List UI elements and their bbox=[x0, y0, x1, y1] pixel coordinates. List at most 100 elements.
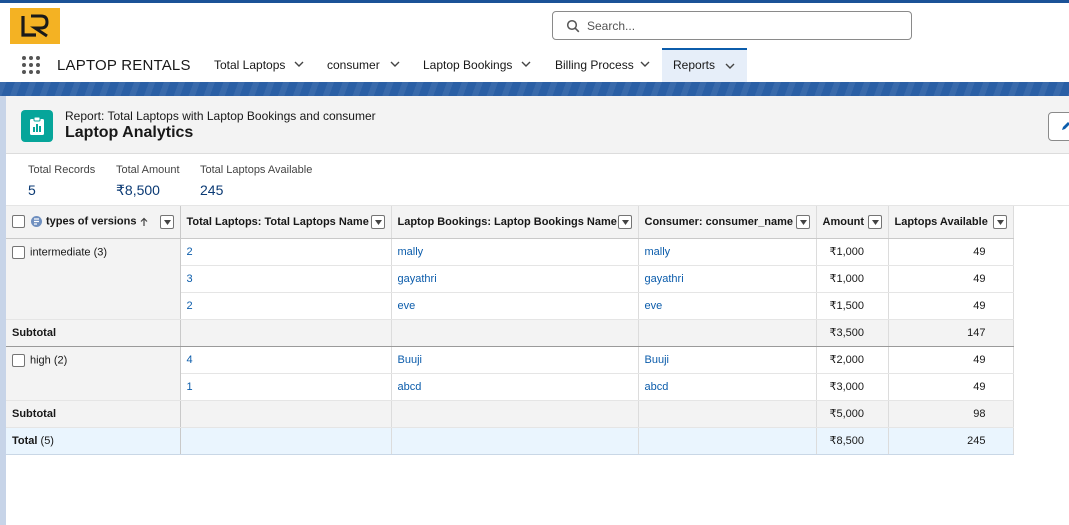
empty-cell bbox=[180, 319, 392, 347]
column-menu-icon[interactable] bbox=[159, 215, 174, 229]
laptop-booking-link[interactable]: abcd bbox=[391, 373, 639, 401]
subtotal-label: Subtotal bbox=[6, 319, 181, 347]
report-title: Laptop Analytics bbox=[65, 124, 194, 141]
tab-laptop-bookings[interactable]: Laptop Bookings bbox=[423, 48, 539, 82]
empty-cell bbox=[638, 427, 817, 455]
column-label: Amount bbox=[822, 215, 865, 228]
group-count: (2) bbox=[53, 353, 68, 366]
report-summary: Total Records 5 Total Amount ₹8,500 Tota… bbox=[6, 154, 1069, 206]
total-laptops-link[interactable]: 1 bbox=[180, 373, 392, 401]
subtotal-row: Subtotal ₹5,000 98 bbox=[6, 400, 1014, 428]
tab-label: Laptop Bookings bbox=[423, 58, 513, 72]
column-label: types of versions bbox=[46, 215, 137, 228]
total-row: Total (5) ₹8,500 245 bbox=[6, 427, 1014, 455]
report-header: Report: Total Laptops with Laptop Bookin… bbox=[6, 96, 1069, 154]
group-count: (3) bbox=[93, 245, 108, 258]
empty-cell bbox=[391, 427, 639, 455]
select-all-checkbox[interactable] bbox=[12, 215, 25, 229]
column-header-consumer-name[interactable]: Consumer: consumer_name bbox=[638, 206, 817, 239]
chevron-down-icon[interactable] bbox=[390, 61, 400, 68]
tab-reports[interactable]: Reports bbox=[662, 48, 747, 82]
total-laptops-link[interactable]: 2 bbox=[180, 238, 392, 266]
chevron-down-icon[interactable] bbox=[640, 61, 650, 68]
search-input[interactable] bbox=[587, 17, 897, 35]
amount-cell: ₹1,000 bbox=[816, 265, 889, 293]
laptop-booking-link[interactable]: eve bbox=[391, 292, 639, 320]
total-laptops-link[interactable]: 4 bbox=[180, 346, 392, 374]
column-header-amount[interactable]: Amount bbox=[816, 206, 889, 239]
consumer-link[interactable]: mally bbox=[638, 238, 817, 266]
chevron-down-icon[interactable] bbox=[725, 63, 735, 70]
total-laptops-link[interactable]: 3 bbox=[180, 265, 392, 293]
chevron-down-icon[interactable] bbox=[294, 61, 304, 68]
global-search[interactable] bbox=[552, 11, 912, 40]
summary-value: ₹8,500 bbox=[116, 182, 160, 198]
sort-ascending-icon[interactable] bbox=[140, 217, 148, 227]
header-banner bbox=[0, 82, 1069, 96]
empty-cell bbox=[391, 400, 639, 428]
table-row: intermediate (3) 2 mally mally ₹1,000 49 bbox=[6, 238, 1014, 320]
amount-cell: ₹1,500 bbox=[816, 292, 889, 320]
group-cell-intermediate: intermediate (3) bbox=[6, 238, 181, 320]
summary-label: Total Laptops Available bbox=[200, 164, 313, 176]
column-label: Total Laptops: Total Laptops Name bbox=[186, 215, 369, 228]
column-menu-icon[interactable] bbox=[370, 215, 385, 229]
total-amount: ₹8,500 bbox=[816, 427, 889, 455]
edit-icon bbox=[1062, 122, 1069, 130]
available-cell: 49 bbox=[888, 373, 1014, 401]
column-header-laptop-bookings-name[interactable]: Laptop Bookings: Laptop Bookings Name bbox=[391, 206, 639, 239]
empty-cell bbox=[638, 400, 817, 428]
tab-total-laptops[interactable]: Total Laptops bbox=[214, 48, 314, 82]
available-cell: 49 bbox=[888, 346, 1014, 374]
edit-button[interactable] bbox=[1048, 112, 1069, 141]
laptop-booking-link[interactable]: mally bbox=[391, 238, 639, 266]
report-subtitle: Report: Total Laptops with Laptop Bookin… bbox=[65, 109, 376, 123]
subtotal-amount: ₹5,000 bbox=[816, 400, 889, 428]
chevron-down-icon[interactable] bbox=[521, 61, 531, 68]
empty-cell bbox=[391, 319, 639, 347]
subtotal-label: Subtotal bbox=[6, 400, 181, 428]
subtotal-row: Subtotal ₹3,500 147 bbox=[6, 319, 1014, 347]
consumer-link[interactable]: eve bbox=[638, 292, 817, 320]
tab-label: Billing Process bbox=[555, 58, 634, 72]
group-checkbox[interactable] bbox=[12, 245, 25, 259]
column-header-total-laptops-name[interactable]: Total Laptops: Total Laptops Name bbox=[180, 206, 392, 239]
report-icon bbox=[21, 110, 53, 142]
search-icon bbox=[566, 19, 580, 33]
column-header-types-of-versions[interactable]: types of versions bbox=[6, 206, 181, 239]
empty-cell bbox=[180, 400, 392, 428]
column-header-laptops-available[interactable]: Laptops Available bbox=[888, 206, 1014, 239]
available-cell: 49 bbox=[888, 238, 1014, 266]
column-menu-icon[interactable] bbox=[867, 215, 882, 229]
consumer-link[interactable]: gayathri bbox=[638, 265, 817, 293]
laptop-booking-link[interactable]: Buuji bbox=[391, 346, 639, 374]
tab-label: Reports bbox=[673, 58, 716, 72]
subtotal-available: 147 bbox=[888, 319, 1014, 347]
laptop-booking-link[interactable]: gayathri bbox=[391, 265, 639, 293]
summary-value: 245 bbox=[200, 182, 224, 198]
group-checkbox[interactable] bbox=[12, 353, 25, 367]
summary-label: Total Amount bbox=[116, 164, 180, 176]
column-menu-icon[interactable] bbox=[617, 215, 632, 229]
total-laptops-link[interactable]: 2 bbox=[180, 292, 392, 320]
app-logo[interactable] bbox=[10, 8, 60, 44]
summary-total-amount: Total Amount ₹8,500 bbox=[116, 164, 180, 199]
group-cell-high: high (2) bbox=[6, 346, 181, 401]
report-table: types of versions Total Laptops: Total L… bbox=[6, 206, 1014, 455]
summary-value: 5 bbox=[28, 182, 36, 198]
empty-cell bbox=[638, 319, 817, 347]
consumer-link[interactable]: Buuji bbox=[638, 346, 817, 374]
column-menu-icon[interactable] bbox=[992, 215, 1007, 229]
consumer-link[interactable]: abcd bbox=[638, 373, 817, 401]
amount-cell: ₹3,000 bbox=[816, 373, 889, 401]
nav-bar: LAPTOP RENTALS Total Laptops consumer La… bbox=[0, 48, 1069, 82]
column-label: Consumer: consumer_name bbox=[644, 215, 794, 228]
tab-consumer[interactable]: consumer bbox=[327, 48, 407, 82]
available-cell: 49 bbox=[888, 265, 1014, 293]
total-available: 245 bbox=[888, 427, 1014, 455]
group-name: intermediate bbox=[30, 245, 91, 258]
available-cell: 49 bbox=[888, 292, 1014, 320]
app-launcher-icon[interactable] bbox=[22, 56, 40, 74]
column-menu-icon[interactable] bbox=[795, 215, 810, 229]
tab-billing-process[interactable]: Billing Process bbox=[555, 48, 655, 82]
